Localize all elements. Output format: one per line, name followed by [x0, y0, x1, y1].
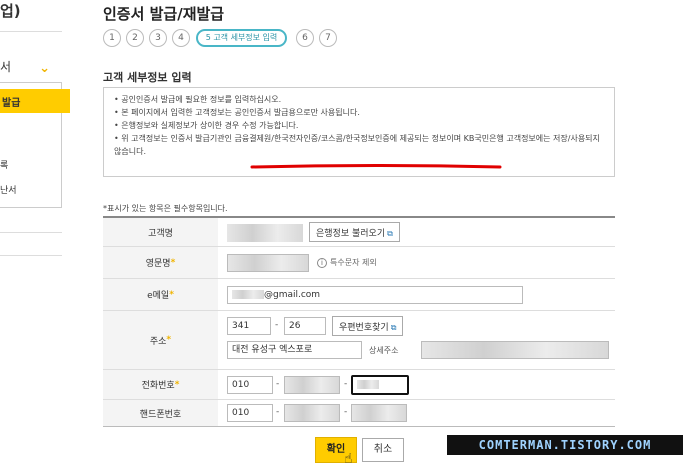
form-row-mobile: 핸드폰번호 010 - - [103, 400, 615, 427]
step-2: 2 [126, 29, 144, 47]
phone-3-redacted [357, 380, 379, 389]
dash: - [275, 320, 279, 330]
notice-item: 공인인증서 발급에 필요한 정보를 입력하십시오. [114, 93, 604, 106]
address-input[interactable]: 대전 유성구 엑스포로 [227, 341, 362, 359]
phone-label: 전화번호 * [103, 370, 218, 399]
step-4: 4 [172, 29, 190, 47]
page-title: 인증서 발급/재발급 [103, 5, 225, 23]
english-name-label: 영문명 * [103, 247, 218, 278]
english-name-hint: i 특수문자 제외 [317, 257, 377, 268]
form-row-address: 주소 * 341 - 26 우편번호찾기 ⧉ 대전 유성구 엑스포로 상세주소 [103, 311, 615, 370]
divider [0, 232, 62, 233]
hand-cursor-icon: ☝ [344, 451, 353, 466]
dash: - [344, 407, 348, 417]
load-bank-info-button[interactable]: 은행정보 불러오기 ⧉ [309, 222, 400, 242]
left-sidebar: 업) 서 ⌄ 발급 록 난서 [0, 0, 70, 466]
phone-input-2[interactable] [284, 376, 340, 394]
sidebar-item[interactable]: 난서 [0, 183, 17, 196]
detail-address-input[interactable] [421, 341, 609, 359]
mobile-input-2[interactable] [284, 404, 340, 422]
address-label: 주소 * [103, 311, 218, 369]
section-title: 고객 세부정보 입력 [103, 71, 192, 84]
notice-item: 본 페이지에서 입력한 고객정보는 공인인증서 발급용으로만 사용됩니다. [114, 106, 604, 119]
form-row-english-name: 영문명 * i 특수문자 제외 [103, 247, 615, 279]
mobile-label: 핸드폰번호 [103, 400, 218, 426]
mobile-input-3[interactable] [351, 404, 407, 422]
dash: - [344, 379, 348, 389]
form-row-phone: 전화번호 * 010 - - [103, 370, 615, 400]
name-value-redacted [227, 224, 303, 242]
email-input[interactable]: @gmail.com [227, 286, 523, 304]
notice-item: 위 고객정보는 인증서 발급기관인 금융결제원/한국전자인증/코스콤/한국정보인… [114, 132, 604, 158]
sidebar-category-select[interactable]: 서 ⌄ [0, 58, 62, 82]
form-row-name: 고객명 은행정보 불러오기 ⧉ [103, 218, 615, 247]
notice-item: 은행정보와 실제정보가 상이한 경우 수정 가능합니다. [114, 119, 604, 132]
step-3: 3 [149, 29, 167, 47]
zip-input-1[interactable]: 341 [227, 317, 271, 335]
sidebar-select-value: 서 [0, 60, 12, 74]
sidebar-item[interactable]: 록 [0, 158, 8, 171]
email-user-redacted [232, 290, 264, 299]
dash: - [276, 407, 280, 417]
dash: - [276, 379, 280, 389]
mobile-input-1[interactable]: 010 [227, 404, 273, 422]
customer-form: 고객명 은행정보 불러오기 ⧉ 영문명 * i 특수문자 제외 e메일 * @gmail… [103, 216, 615, 427]
step-6: 6 [296, 29, 314, 47]
name-label: 고객명 [103, 218, 218, 246]
info-icon: i [317, 258, 327, 268]
sidebar-title: 업) [0, 2, 21, 20]
cancel-button[interactable]: 취소 [362, 438, 404, 462]
sidebar-item-active[interactable]: 발급 [0, 89, 70, 113]
zip-input-2[interactable]: 26 [284, 317, 326, 335]
step-7: 7 [319, 29, 337, 47]
red-underline-annotation [250, 164, 502, 169]
step-1: 1 [103, 29, 121, 47]
phone-input-3[interactable] [351, 375, 409, 395]
chevron-down-icon: ⌄ [39, 61, 50, 76]
external-link-icon: ⧉ [387, 229, 393, 238]
divider [0, 255, 62, 256]
zip-search-button[interactable]: 우편번호찾기 ⧉ [332, 316, 404, 336]
form-row-email: e메일 * @gmail.com [103, 279, 615, 311]
watermark: COMTERMAN.TISTORY.COM [447, 435, 683, 455]
divider [0, 31, 62, 32]
phone-input-1[interactable]: 010 [227, 376, 273, 394]
step-5-current: 5 고객 세부정보 입력 [196, 29, 287, 47]
required-note: *표시가 있는 항목은 필수항목입니다. [103, 204, 228, 213]
english-name-input[interactable] [227, 254, 309, 272]
detail-address-label: 상세주소 [369, 346, 399, 355]
external-link-icon: ⧉ [390, 323, 397, 332]
email-label: e메일 * [103, 279, 218, 310]
